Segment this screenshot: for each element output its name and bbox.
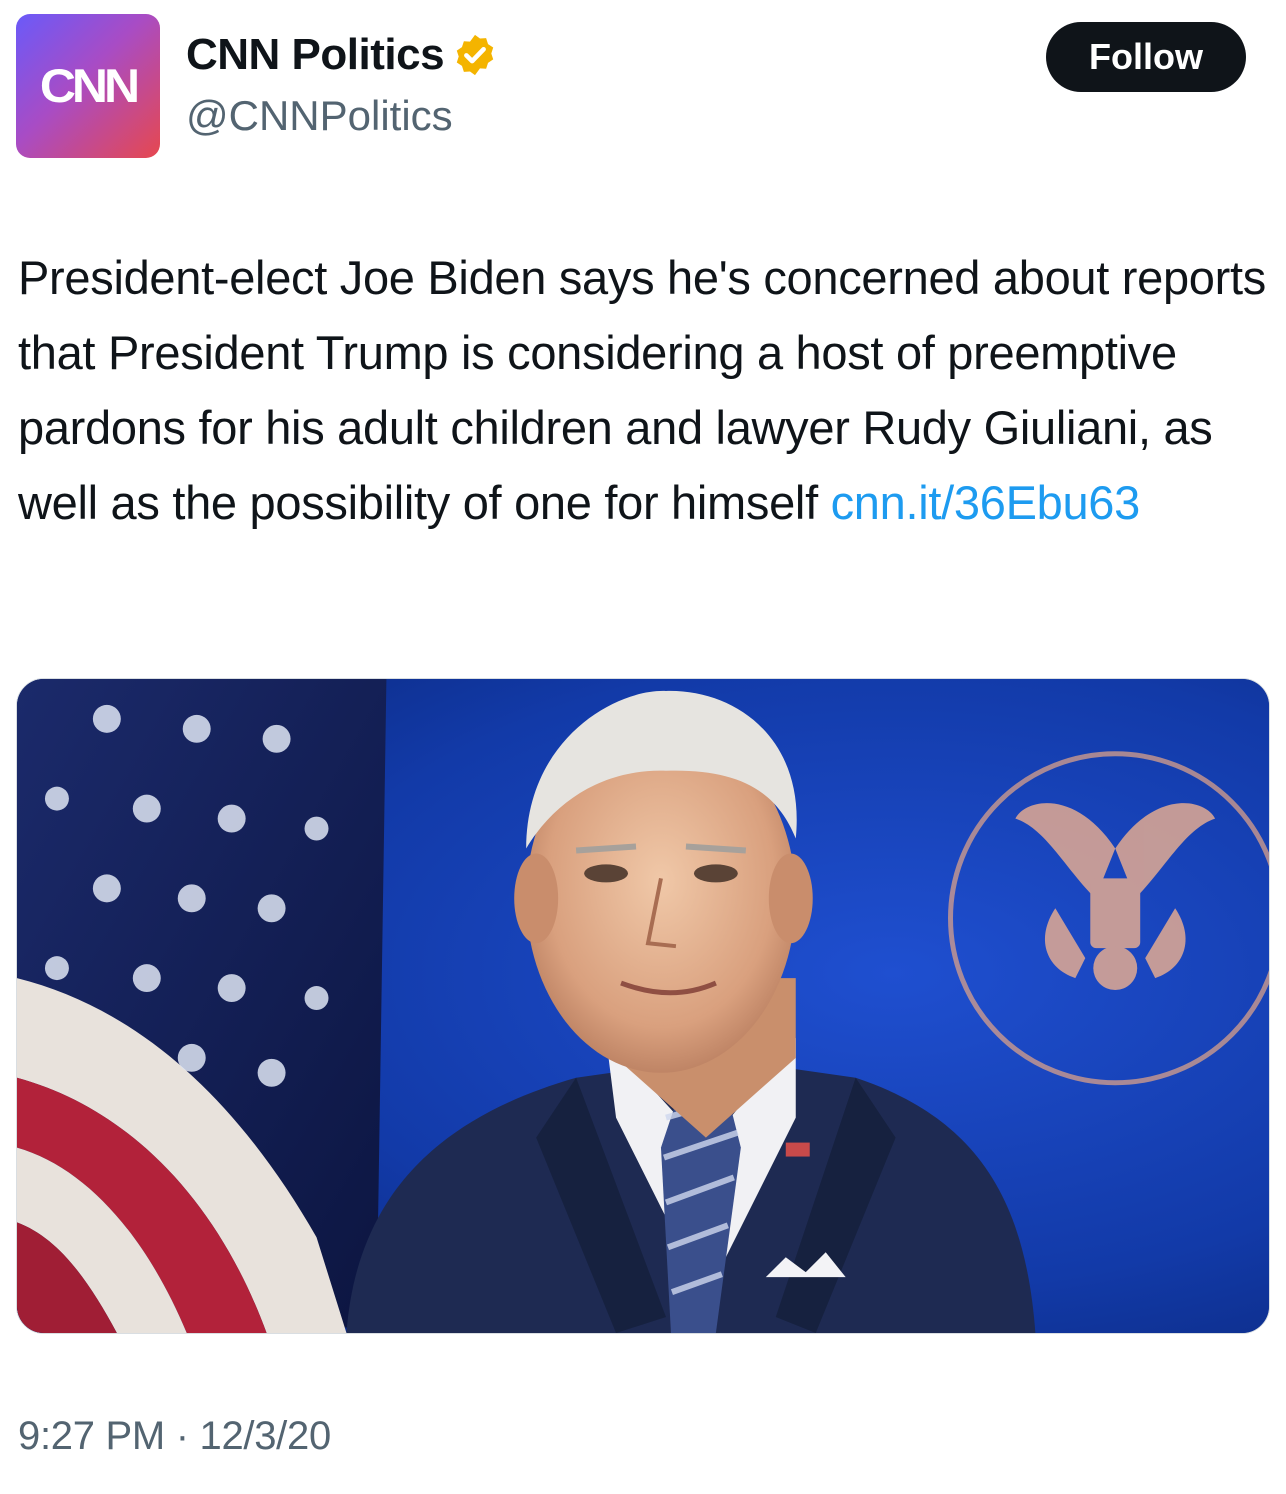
photo-illustration (17, 679, 1269, 1333)
tweet-body: President-elect Joe Biden says he's conc… (18, 240, 1268, 540)
tweet-link[interactable]: cnn.it/36Ebu63 (831, 476, 1141, 529)
verified-badge-icon (456, 34, 494, 76)
avatar[interactable]: CNN (16, 14, 160, 158)
tweet-time: 9:27 PM (18, 1414, 165, 1458)
cnn-logo: CNN (39, 59, 140, 113)
tweet-timestamp[interactable]: 9:27 PM · 12/3/20 (18, 1414, 331, 1459)
tweet-card: CNN CNN Politics @CNNPolitics Follow Pre… (0, 0, 1286, 1494)
account-handle[interactable]: @CNNPolitics (186, 92, 453, 140)
timestamp-separator: · (164, 1414, 200, 1458)
follow-button[interactable]: Follow (1046, 22, 1246, 92)
tweet-date: 12/3/20 (199, 1414, 332, 1458)
author-name-row: CNN Politics (186, 30, 498, 80)
display-name[interactable]: CNN Politics (186, 30, 445, 80)
tweet-media-photo[interactable] (16, 678, 1270, 1334)
